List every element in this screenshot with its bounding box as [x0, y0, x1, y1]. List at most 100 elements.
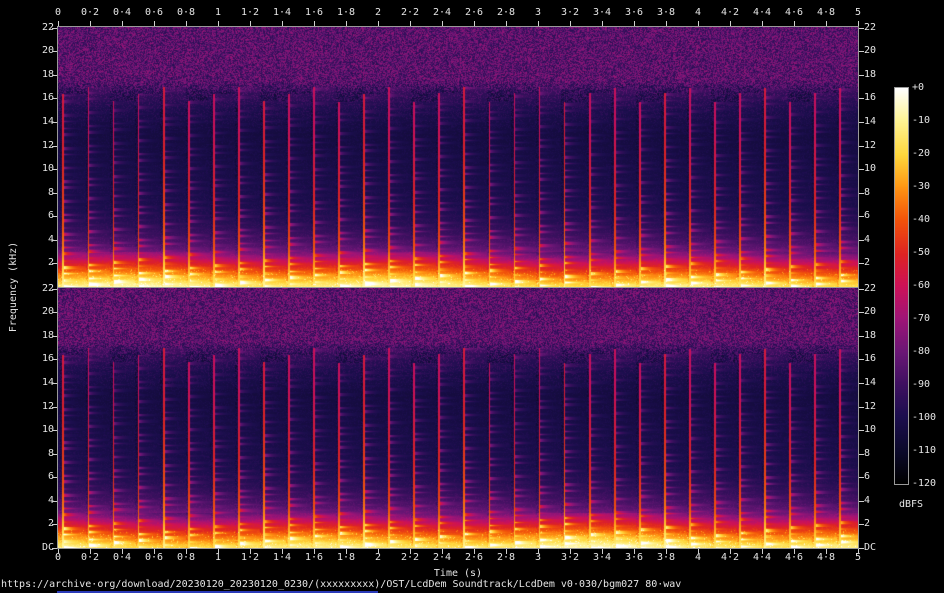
axis-tick — [859, 289, 864, 290]
axis-tick — [859, 216, 864, 217]
x-tick-label: 2·2 — [401, 7, 419, 19]
axis-tick — [859, 359, 864, 360]
y-tick-label: 20 — [864, 306, 876, 318]
x-tick-label: 0·2 — [81, 7, 99, 19]
y-tick-label: 18 — [864, 330, 876, 342]
x-tick-label: 1·6 — [305, 7, 323, 19]
axis-tick — [52, 51, 57, 52]
axis-tick — [52, 240, 57, 241]
y-tick-label: 8 — [864, 187, 870, 199]
axis-tick — [762, 549, 763, 554]
axis-tick — [52, 359, 57, 360]
axis-tick — [378, 21, 379, 26]
y-tick-label: 2 — [864, 257, 870, 269]
axis-tick — [250, 21, 251, 26]
axis-tick — [218, 21, 219, 26]
axis-tick — [282, 549, 283, 554]
axis-tick — [698, 21, 699, 26]
axis-tick — [858, 549, 859, 554]
axis-tick — [378, 549, 379, 554]
axis-tick — [52, 477, 57, 478]
axis-tick — [634, 21, 635, 26]
axis-tick — [154, 21, 155, 26]
x-tick-label: 3·6 — [625, 7, 643, 19]
y-tick-label: 10 — [864, 424, 876, 436]
axis-tick — [52, 169, 57, 170]
axis-tick — [346, 21, 347, 26]
axis-tick — [90, 21, 91, 26]
colorbar-unit-label: dBFS — [899, 499, 923, 511]
x-tick-label: 4·4 — [753, 7, 771, 19]
axis-tick — [52, 75, 57, 76]
axis-tick — [52, 312, 57, 313]
axis-tick — [538, 21, 539, 26]
axis-tick — [52, 122, 57, 123]
x-tick-label: 1·4 — [273, 7, 291, 19]
axis-tick — [52, 193, 57, 194]
y-tick-label: 12 — [864, 140, 876, 152]
axis-tick — [762, 21, 763, 26]
x-tick-label: 3 — [535, 7, 541, 19]
axis-tick — [52, 146, 57, 147]
y-tick-label: 8 — [864, 448, 870, 460]
x-tick-label: 1 — [215, 7, 221, 19]
x-tick-label: 4 — [695, 7, 701, 19]
axis-tick — [859, 407, 864, 408]
axis-tick — [826, 549, 827, 554]
axis-tick — [506, 21, 507, 26]
axis-tick — [52, 501, 57, 502]
axis-tick — [859, 98, 864, 99]
x-tick-label: 2·6 — [465, 7, 483, 19]
axis-tick — [859, 193, 864, 194]
y-tick-label: 4 — [864, 495, 870, 507]
axis-tick — [859, 548, 864, 549]
axis-tick — [858, 21, 859, 26]
y-tick-label: 10 — [864, 163, 876, 175]
axis-tick — [730, 21, 731, 26]
axis-tick — [52, 430, 57, 431]
plot-area — [57, 26, 859, 549]
colorbar-tick-label: -50 — [912, 247, 930, 259]
x-tick-label: 3·8 — [657, 7, 675, 19]
x-tick-label: 2·4 — [433, 7, 451, 19]
x-tick-label: 4·2 — [721, 7, 739, 19]
y-tick-label: 20 — [864, 45, 876, 57]
colorbar-tick-label: -110 — [912, 445, 936, 457]
axis-tick — [442, 549, 443, 554]
x-tick-label: 0·6 — [145, 7, 163, 19]
axis-tick — [250, 549, 251, 554]
x-tick-label: 0 — [55, 7, 61, 19]
colorbar-tick-label: -120 — [912, 478, 936, 490]
axis-tick — [859, 524, 864, 525]
axis-tick — [570, 549, 571, 554]
y-tick-label: 16 — [864, 92, 876, 104]
colorbar-tick-label: -80 — [912, 346, 930, 358]
y-tick-label: 16 — [864, 353, 876, 365]
axis-tick — [859, 28, 864, 29]
x-tick-label: 4·6 — [785, 7, 803, 19]
y-tick-label: 22 — [864, 22, 876, 34]
axis-tick — [90, 549, 91, 554]
y-tick-label: 14 — [864, 377, 876, 389]
axis-tick — [602, 549, 603, 554]
axis-tick — [52, 524, 57, 525]
spectrogram-figure: Frequency (kHz) 00·20·40·60·811·21·41·61… — [0, 0, 944, 593]
axis-tick — [410, 21, 411, 26]
axis-tick — [52, 28, 57, 29]
x-tick-label: 0·4 — [113, 7, 131, 19]
axis-tick — [666, 21, 667, 26]
y-tick-label: 14 — [864, 116, 876, 128]
axis-tick — [186, 549, 187, 554]
axis-tick — [122, 21, 123, 26]
axis-tick — [859, 240, 864, 241]
y-tick-label: 18 — [864, 69, 876, 81]
y-tick-label: 12 — [864, 401, 876, 413]
axis-tick — [859, 430, 864, 431]
colorbar-tick-label: -10 — [912, 115, 930, 127]
axis-tick — [859, 383, 864, 384]
y-tick-label: 6 — [864, 471, 870, 483]
axis-tick — [346, 549, 347, 554]
axis-tick — [52, 263, 57, 264]
axis-tick — [442, 21, 443, 26]
axis-tick — [122, 549, 123, 554]
